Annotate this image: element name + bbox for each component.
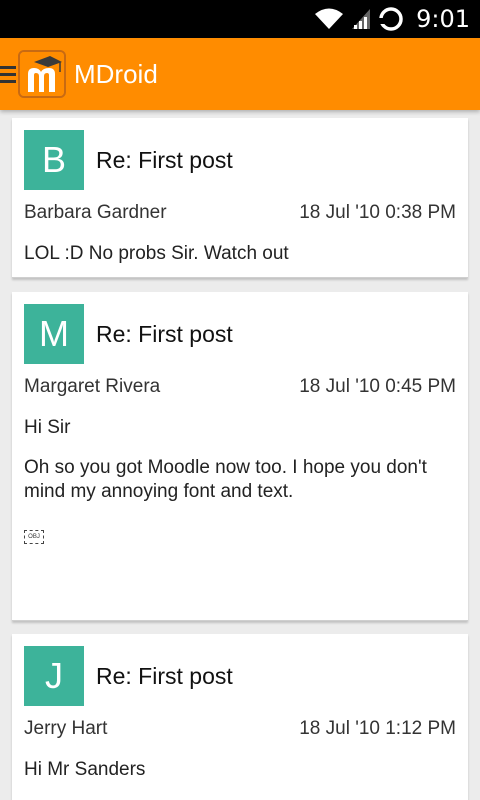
post-author: Jerry Hart: [24, 718, 108, 739]
post-author: Barbara Gardner: [24, 202, 167, 223]
forum-post-card[interactable]: J Re: First post Jerry Hart 18 Jul '10 1…: [12, 634, 468, 800]
post-meta: Jerry Hart 18 Jul '10 1:12 PM: [24, 718, 456, 740]
post-date: 18 Jul '10 0:38 PM: [299, 202, 456, 223]
status-bar: 9:01: [0, 0, 480, 38]
hamburger-menu-icon[interactable]: [0, 62, 18, 86]
sync-icon: [378, 7, 403, 31]
author-avatar: M: [24, 304, 84, 364]
wifi-icon: [315, 8, 344, 29]
post-subject: Re: First post: [96, 321, 233, 347]
app-bar: MDroid: [0, 38, 480, 110]
post-subject: Re: First post: [96, 147, 233, 173]
moodle-logo[interactable]: [18, 50, 66, 98]
author-avatar: J: [24, 646, 84, 706]
author-avatar: B: [24, 130, 84, 190]
post-meta: Barbara Gardner 18 Jul '10 0:38 PM: [24, 202, 456, 224]
post-body-paragraph: LOL :D No probs Sir. Watch out: [24, 243, 289, 264]
post-date: 18 Jul '10 0:45 PM: [299, 376, 456, 397]
post-body-paragraph: Oh so you got Moodle now too. I hope you…: [24, 457, 427, 502]
forum-post-card[interactable]: B Re: First post Barbara Gardner 18 Jul …: [12, 118, 468, 278]
post-body: Hi Sir Oh so you got Moodle now too. I h…: [24, 416, 456, 545]
forum-post-card[interactable]: M Re: First post Margaret Rivera 18 Jul …: [12, 292, 468, 621]
forum-post-list[interactable]: B Re: First post Barbara Gardner 18 Jul …: [0, 110, 480, 800]
post-subject: Re: First post: [96, 663, 233, 689]
status-icons: 9:01: [314, 0, 470, 38]
app-title: MDroid: [74, 59, 158, 89]
post-body-paragraph: Hi Sir: [24, 417, 71, 438]
post-body: LOL :D No probs Sir. Watch out: [24, 242, 456, 282]
post-date: 18 Jul '10 1:12 PM: [299, 718, 456, 739]
post-body-paragraph: Hi Mr Sanders: [24, 759, 146, 780]
post-author: Margaret Rivera: [24, 376, 161, 397]
moodle-logo-icon: [20, 52, 64, 96]
status-time: 9:01: [416, 5, 470, 33]
post-body: Hi Mr Sanders: [24, 758, 456, 798]
embedded-object-placeholder[interactable]: OBJ: [24, 530, 44, 544]
signal-icon: [352, 9, 371, 29]
post-meta: Margaret Rivera 18 Jul '10 0:45 PM: [24, 376, 456, 398]
